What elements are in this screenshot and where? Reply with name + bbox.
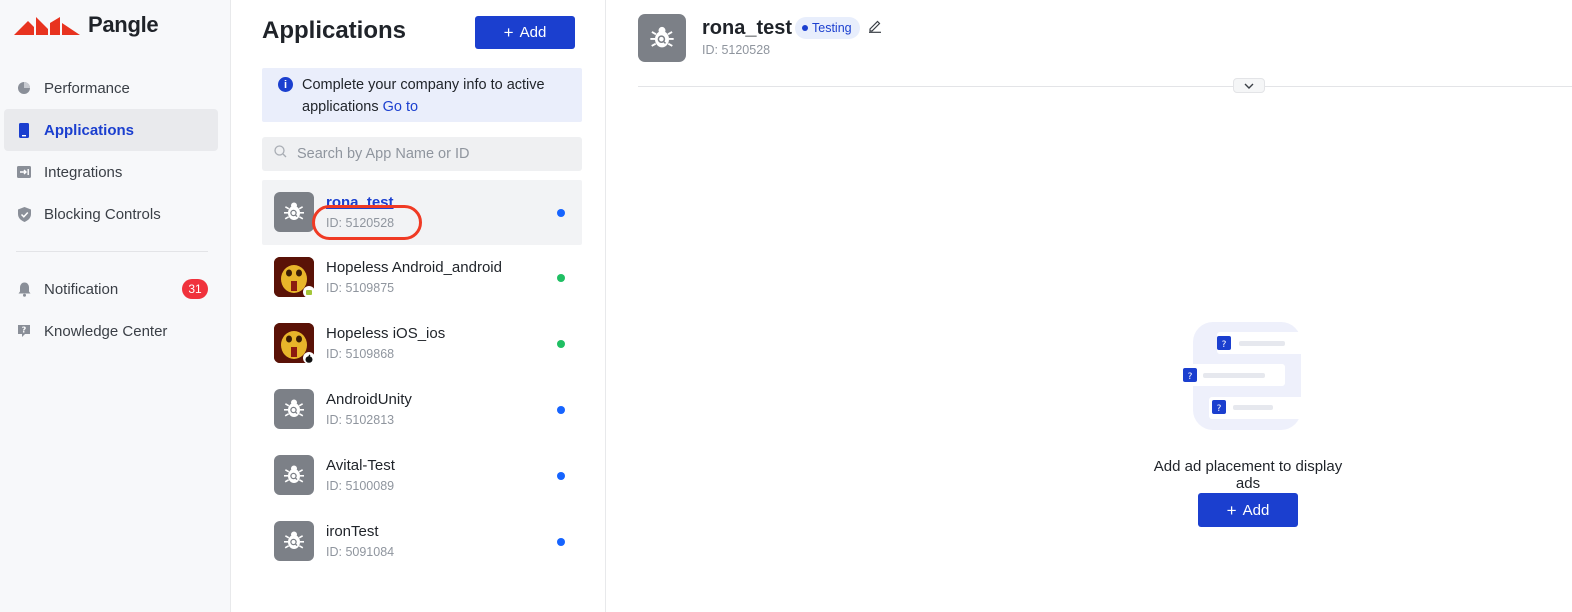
info-icon: i xyxy=(278,77,293,92)
notice-text: Complete your company info to active app… xyxy=(302,77,545,115)
status-badge: Testing xyxy=(795,17,860,39)
debug-bug-icon xyxy=(274,521,314,561)
sidebar-item-label: Blocking Controls xyxy=(44,205,161,223)
app-name: Hopeless Android_android xyxy=(326,259,502,276)
page-title: Applications xyxy=(262,17,407,44)
search-icon xyxy=(274,145,287,163)
sidebar-item-notification[interactable]: Notification 31 xyxy=(4,268,218,310)
annotation-highlight-circle xyxy=(312,205,422,240)
sidebar-item-label: Performance xyxy=(44,79,130,97)
pangle-logo[interactable]: Pangle xyxy=(14,12,159,38)
app-id: ID: 5100089 xyxy=(326,479,395,493)
svg-text:?: ? xyxy=(1217,404,1222,414)
status-dot xyxy=(557,274,565,282)
search-box[interactable] xyxy=(262,137,582,171)
app-id: ID: 5109868 xyxy=(326,347,395,361)
app-name: AndroidUnity xyxy=(326,391,412,408)
app-detail-name: rona_test xyxy=(702,17,793,39)
sidebar-item-label: Notification xyxy=(44,280,119,298)
import-icon xyxy=(17,165,31,179)
sidebar: Pangle Performance Applications Integrat… xyxy=(0,0,231,612)
add-button-label: Add xyxy=(1242,501,1270,519)
sidebar-item-label: Integrations xyxy=(44,163,123,181)
debug-bug-icon xyxy=(274,192,314,232)
empty-state-text: Add ad placement to display ads xyxy=(1153,458,1343,492)
shield-icon xyxy=(17,206,31,222)
svg-text:?: ? xyxy=(1188,372,1193,382)
sidebar-item-performance[interactable]: Performance xyxy=(4,67,218,109)
add-application-button[interactable]: + Add xyxy=(475,16,575,49)
game-icon xyxy=(274,257,315,298)
apple-icon xyxy=(303,352,315,364)
svg-text:?: ? xyxy=(1222,340,1227,350)
app-name: Avital-Test xyxy=(326,457,395,474)
status-dot xyxy=(557,538,565,546)
applications-panel: Applications + Add i Complete your compa… xyxy=(231,0,606,612)
status-dot xyxy=(557,406,565,414)
company-info-notice: i Complete your company info to active a… xyxy=(262,68,582,122)
pangle-logo-icon xyxy=(14,17,80,35)
help-book-icon: ? xyxy=(17,324,31,338)
app-id: ID: 5102813 xyxy=(326,413,395,427)
svg-text:?: ? xyxy=(22,326,27,335)
add-placement-button[interactable]: + Add xyxy=(1198,493,1298,527)
go-to-link[interactable]: Go to xyxy=(383,99,418,115)
chevron-down-icon xyxy=(1244,83,1254,89)
app-name: Hopeless iOS_ios xyxy=(326,325,446,342)
phone-icon xyxy=(17,122,31,138)
status-dot xyxy=(557,472,565,480)
plus-icon: + xyxy=(1226,500,1237,520)
header-divider xyxy=(638,86,1572,87)
pie-chart-icon xyxy=(17,81,31,95)
app-detail-id: ID: 5120528 xyxy=(702,43,771,57)
android-icon xyxy=(303,286,315,298)
bell-icon xyxy=(17,282,31,297)
game-icon xyxy=(274,323,315,364)
app-list-item[interactable]: Avital-Test ID: 5100089 xyxy=(262,443,582,508)
expand-toggle[interactable] xyxy=(1233,78,1265,93)
app-id: ID: 5091084 xyxy=(326,545,395,559)
app-list-item[interactable]: Hopeless Android_android ID: 5109875 xyxy=(262,245,582,310)
app-list-item[interactable]: rona_test ID: 5120528 xyxy=(262,180,582,245)
sidebar-item-applications[interactable]: Applications xyxy=(4,109,218,151)
empty-placement-illustration: ? ? ? xyxy=(1181,322,1317,430)
app-list-item[interactable]: AndroidUnity ID: 5102813 xyxy=(262,377,582,442)
debug-bug-icon xyxy=(638,14,686,62)
app-list-item[interactable]: ironTest ID: 5091084 xyxy=(262,509,582,574)
sidebar-item-knowledge-center[interactable]: ? Knowledge Center xyxy=(4,310,218,352)
status-dot xyxy=(557,340,565,348)
brand-name: Pangle xyxy=(88,12,159,37)
sidebar-item-label: Applications xyxy=(44,121,135,139)
edit-icon[interactable] xyxy=(868,19,884,35)
status-dot xyxy=(557,209,565,217)
sidebar-divider xyxy=(16,251,208,252)
search-input[interactable] xyxy=(297,146,577,162)
debug-bug-icon xyxy=(274,455,314,495)
app-detail-panel: rona_test Testing ID: 5120528 ? ? ? Add … xyxy=(607,0,1572,612)
app-list-item[interactable]: Hopeless iOS_ios ID: 5109868 xyxy=(262,311,582,376)
plus-icon: + xyxy=(503,23,514,42)
app-name: ironTest xyxy=(326,523,379,540)
add-button-label: Add xyxy=(519,24,547,41)
sidebar-item-blocking-controls[interactable]: Blocking Controls xyxy=(4,193,218,235)
sidebar-item-label: Knowledge Center xyxy=(44,322,168,340)
notification-count-badge: 31 xyxy=(182,279,208,299)
debug-bug-icon xyxy=(274,389,314,429)
sidebar-item-integrations[interactable]: Integrations xyxy=(4,151,218,193)
app-id: ID: 5109875 xyxy=(326,281,395,295)
